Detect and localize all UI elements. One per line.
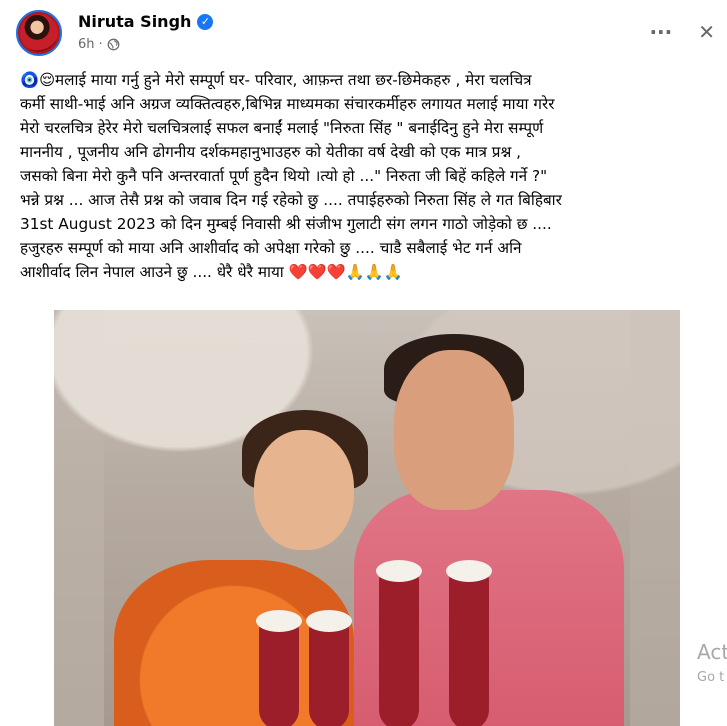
author-name[interactable]: Niruta Singh [78, 12, 191, 31]
caption-line: मेरो चरलचित्र हेरेर मेरो चलचित्रलाई सफल … [20, 119, 544, 137]
caption-line: 31st August 2023 को दिन मुम्बई निवासी श्… [20, 215, 552, 233]
globe-icon [107, 38, 120, 51]
watermark-line-1: Act [697, 640, 727, 664]
caption-line: माननीय , पूजनीय अनि ढोगनीय दर्शकमहानुभाउ… [20, 143, 522, 161]
post-header: Niruta Singh ✓ 6h · ··· ✕ [16, 10, 727, 60]
caption-line: जसको बिना मेरो कुनै पनि अन्तरवार्ता पूर्… [20, 167, 548, 185]
facebook-post: Niruta Singh ✓ 6h · ··· ✕ 🧿😌मलाई माया गर… [0, 0, 727, 726]
caption-line: भन्ने प्रश्न ... आज तेसै प्रश्न को जवाब … [20, 191, 562, 209]
post-caption: 🧿😌मलाई माया गर्नु हुने मेरो सम्पूर्ण घर-… [20, 68, 710, 284]
post-actions: ··· ✕ [649, 20, 715, 44]
meta-separator: · [98, 37, 103, 52]
watermark-line-2: Go t [697, 670, 725, 685]
caption-line: हजुरहरु सम्पूर्ण को माया अनि आशीर्वाद को… [20, 239, 522, 257]
caption-line: आशीर्वाद लिन नेपाल आउने छु .... धेरै धेर… [20, 263, 403, 281]
close-icon[interactable]: ✕ [698, 20, 715, 44]
post-time[interactable]: 6h [78, 37, 95, 52]
caption-line: कर्मी साथी-भाई अनि अग्रज व्यक्तित्वहरु,ब… [20, 95, 555, 113]
author-row: Niruta Singh ✓ [78, 12, 214, 31]
caption-line: 🧿😌मलाई माया गर्नु हुने मेरो सम्पूर्ण घर-… [20, 71, 532, 89]
more-icon[interactable]: ··· [649, 20, 672, 44]
post-photo[interactable] [54, 310, 680, 726]
avatar[interactable] [16, 10, 62, 56]
post-meta: 6h · [78, 37, 120, 52]
verified-icon: ✓ [197, 13, 214, 30]
